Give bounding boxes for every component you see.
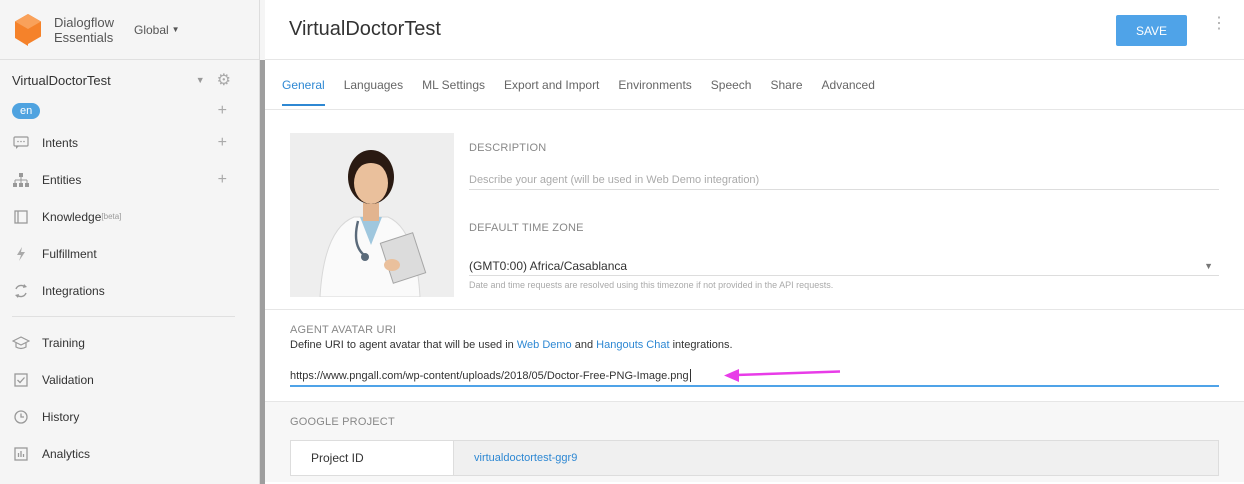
timezone-hint: Date and time requests are resolved usin…	[469, 280, 834, 290]
text-cursor	[689, 369, 691, 382]
sidebar-item-training[interactable]: Training	[0, 324, 259, 361]
clock-icon	[12, 408, 30, 426]
project-id-link[interactable]: virtualdoctortest-ggr9	[454, 441, 1218, 475]
sidebar-item-knowledge[interactable]: Knowledge [beta]	[0, 198, 259, 235]
language-row: en +	[0, 98, 259, 124]
tab-share[interactable]: Share	[770, 60, 802, 110]
sidebar-item-fulfillment[interactable]: Fulfillment	[0, 235, 259, 272]
sidebar-header: Dialogflow Essentials Global ▼	[0, 0, 259, 60]
google-project-section: GOOGLE PROJECT Project ID virtualdoctort…	[265, 402, 1244, 482]
google-project-label: GOOGLE PROJECT	[290, 416, 395, 428]
book-icon	[12, 208, 30, 226]
agent-selector[interactable]: VirtualDoctorTest ▼ ⚙	[0, 62, 259, 98]
sidebar-divider	[12, 316, 235, 317]
checkbox-icon	[12, 371, 30, 389]
dialogflow-logo-icon[interactable]	[12, 12, 44, 48]
avatar-uri-description: Define URI to agent avatar that will be …	[290, 339, 733, 351]
more-vertical-icon[interactable]: ⋮	[1211, 16, 1227, 32]
add-language-icon[interactable]: +	[218, 102, 227, 120]
bar-chart-icon	[12, 445, 30, 463]
timezone-label: DEFAULT TIME ZONE	[469, 222, 584, 234]
brand-name: Dialogflow Essentials	[54, 14, 114, 45]
caret-down-icon: ▼	[171, 25, 180, 34]
sidebar-item-analytics[interactable]: Analytics	[0, 435, 259, 472]
add-intent-icon[interactable]: +	[218, 134, 227, 152]
tab-ml-settings[interactable]: ML Settings	[422, 60, 485, 110]
sidebar-item-label: Entities	[42, 172, 82, 187]
tab-speech[interactable]: Speech	[711, 60, 752, 110]
annotation-arrow-icon	[724, 369, 841, 382]
agent-name: VirtualDoctorTest	[12, 72, 111, 88]
sidebar-item-label: Intents	[42, 135, 79, 150]
graduation-cap-icon	[12, 334, 30, 352]
settings-tabs: General Languages ML Settings Export and…	[265, 60, 1244, 110]
save-button[interactable]: SAVE	[1116, 15, 1187, 46]
sidebar-item-intents[interactable]: Intents +	[0, 124, 259, 161]
project-id-key: Project ID	[291, 441, 454, 475]
sidebar-item-label: Validation	[42, 372, 94, 387]
avatar-uri-label: AGENT AVATAR URI	[290, 324, 397, 336]
sidebar-item-label: Knowledge	[42, 209, 102, 224]
sidebar-item-label: Analytics	[42, 446, 91, 461]
tab-export-import[interactable]: Export and Import	[504, 60, 599, 110]
main-content: VirtualDoctorTest SAVE ⋮ General Languag…	[265, 0, 1244, 484]
google-project-table: Project ID virtualdoctortest-ggr9	[290, 440, 1219, 476]
caret-down-icon: ▼	[1204, 260, 1213, 271]
gear-icon[interactable]: ⚙	[217, 70, 231, 90]
timezone-select[interactable]: (GMT0:00) Africa/Casablanca ▼	[469, 256, 1219, 276]
sidebar-item-label: Integrations	[42, 283, 105, 298]
tab-environments[interactable]: Environments	[618, 60, 691, 110]
page-header: VirtualDoctorTest SAVE ⋮	[265, 0, 1244, 60]
beta-badge: [beta]	[101, 212, 122, 221]
language-badge[interactable]: en	[12, 103, 41, 119]
hangouts-chat-link[interactable]: Hangouts Chat	[596, 339, 669, 351]
sidebar-item-label: Fulfillment	[42, 246, 97, 261]
hierarchy-icon	[12, 171, 30, 189]
tab-languages[interactable]: Languages	[344, 60, 403, 110]
web-demo-link[interactable]: Web Demo	[517, 339, 572, 351]
sidebar-item-label: Training	[42, 335, 85, 350]
sidebar-item-label: History	[42, 409, 80, 424]
agent-avatar-image[interactable]	[290, 133, 454, 297]
avatar-uri-section: AGENT AVATAR URI Define URI to agent ava…	[265, 310, 1244, 402]
sidebar-item-integrations[interactable]: Integrations	[0, 272, 259, 309]
sidebar-item-validation[interactable]: Validation	[0, 361, 259, 398]
sidebar: Dialogflow Essentials Global ▼ VirtualDo…	[0, 0, 260, 484]
sidebar-item-entities[interactable]: Entities +	[0, 161, 259, 198]
caret-down-icon[interactable]: ▼	[196, 75, 205, 85]
region-dropdown[interactable]: Global ▼	[134, 23, 180, 37]
tab-general[interactable]: General	[282, 60, 325, 110]
sidebar-item-history[interactable]: History	[0, 398, 259, 435]
description-input[interactable]: Describe your agent (will be used in Web…	[469, 170, 1219, 190]
sync-icon	[12, 282, 30, 300]
tab-advanced[interactable]: Advanced	[822, 60, 875, 110]
add-entity-icon[interactable]: +	[218, 171, 227, 189]
chat-bubble-icon	[12, 134, 30, 152]
page-title: VirtualDoctorTest	[289, 18, 441, 40]
description-label: DESCRIPTION	[469, 142, 547, 154]
general-section: DESCRIPTION Describe your agent (will be…	[265, 110, 1244, 310]
lightning-icon	[12, 245, 30, 263]
